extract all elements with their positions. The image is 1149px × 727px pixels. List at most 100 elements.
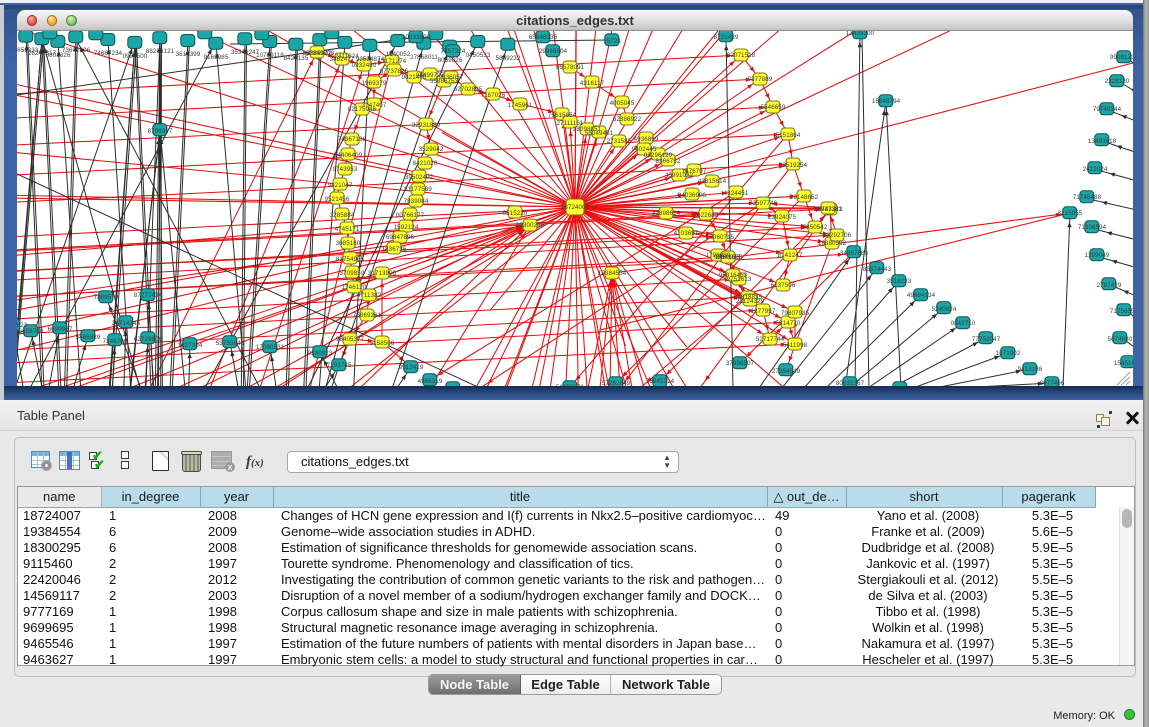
svg-text:1476797: 1476797 xyxy=(682,168,707,175)
svg-text:3529042: 3529042 xyxy=(419,146,444,153)
svg-text:32931839: 32931839 xyxy=(412,122,441,129)
svg-text:9636057: 9636057 xyxy=(439,74,464,81)
svg-text:3685160: 3685160 xyxy=(336,240,361,247)
svg-text:77752047: 77752047 xyxy=(972,336,1001,343)
svg-text:1746120: 1746120 xyxy=(342,284,367,291)
svg-text:4936899: 4936899 xyxy=(634,136,659,143)
svg-text:4103697: 4103697 xyxy=(674,230,699,237)
svg-text:5546659: 5546659 xyxy=(761,104,786,111)
svg-text:10799118: 10799118 xyxy=(256,52,284,59)
svg-text:6690967: 6690967 xyxy=(48,326,73,333)
svg-text:2787429: 2787429 xyxy=(1097,282,1122,289)
svg-text:18880592: 18880592 xyxy=(818,240,847,247)
svg-text:22292706: 22292706 xyxy=(823,232,852,239)
svg-text:0980500: 0980500 xyxy=(123,53,148,60)
svg-text:8677496: 8677496 xyxy=(1040,380,1065,386)
svg-text:0377889: 0377889 xyxy=(748,76,773,83)
svg-text:39502402: 39502402 xyxy=(405,174,434,181)
svg-text:1277997: 1277997 xyxy=(751,308,776,315)
svg-text:1969379: 1969379 xyxy=(362,80,387,87)
svg-text:9413186: 9413186 xyxy=(1018,366,1043,373)
svg-text:62729806: 62729806 xyxy=(134,336,163,343)
svg-text:1745961: 1745961 xyxy=(508,102,533,109)
svg-text:34714345: 34714345 xyxy=(112,320,141,327)
svg-text:73597746: 73597746 xyxy=(749,200,778,207)
svg-text:99091334: 99091334 xyxy=(1110,54,1133,61)
svg-text:13171274: 13171274 xyxy=(378,58,407,65)
svg-text:79807935: 79807935 xyxy=(781,310,810,317)
svg-text:18300295: 18300295 xyxy=(516,222,545,229)
svg-text:3709859: 3709859 xyxy=(340,270,365,277)
svg-text:37947383: 37947383 xyxy=(814,206,843,213)
svg-text:9521456: 9521456 xyxy=(325,196,350,203)
svg-text:0450533: 0450533 xyxy=(466,52,491,59)
svg-text:79740344: 79740344 xyxy=(1093,106,1122,113)
svg-text:23924075: 23924075 xyxy=(768,214,797,221)
svg-text:74687234: 74687234 xyxy=(94,50,123,57)
svg-text:4966319: 4966319 xyxy=(418,378,443,385)
svg-text:3518233: 3518233 xyxy=(887,278,912,285)
svg-text:0515220: 0515220 xyxy=(503,210,528,217)
svg-text:4316117: 4316117 xyxy=(580,80,605,87)
svg-text:71746488: 71746488 xyxy=(1073,194,1102,201)
svg-text:5240824: 5240824 xyxy=(932,306,957,313)
svg-text:9169985: 9169985 xyxy=(204,54,229,61)
svg-text:3285884: 3285884 xyxy=(330,212,355,219)
svg-text:2421024: 2421024 xyxy=(1083,166,1108,173)
svg-text:92519254: 92519254 xyxy=(779,162,808,169)
svg-text:32898614: 32898614 xyxy=(652,210,681,217)
svg-text:57262849: 57262849 xyxy=(602,380,631,386)
svg-text:7187026: 7187026 xyxy=(481,92,506,99)
svg-text:1671902: 1671902 xyxy=(996,350,1021,357)
svg-text:53755646: 53755646 xyxy=(216,340,245,347)
svg-text:82071518: 82071518 xyxy=(727,52,756,59)
svg-text:29148652: 29148652 xyxy=(790,194,819,201)
svg-text:8059826: 8059826 xyxy=(438,57,463,64)
svg-text:4745171: 4745171 xyxy=(335,226,360,233)
svg-text:17080531: 17080531 xyxy=(256,344,285,351)
svg-text:5411998: 5411998 xyxy=(783,342,808,349)
svg-text:81754965: 81754965 xyxy=(336,256,365,263)
svg-text:43815614: 43815614 xyxy=(698,178,727,185)
svg-text:23124329: 23124329 xyxy=(736,298,765,305)
svg-text:49894134: 49894134 xyxy=(907,292,936,299)
svg-text:82175946: 82175946 xyxy=(348,106,377,113)
svg-text:4711382: 4711382 xyxy=(357,292,382,299)
svg-text:5814770: 5814770 xyxy=(776,320,801,327)
svg-text:51850671: 51850671 xyxy=(556,384,585,386)
svg-text:4005045: 4005045 xyxy=(610,100,635,107)
svg-text:9421047: 9421047 xyxy=(328,182,353,189)
svg-text:80831367: 80831367 xyxy=(836,380,865,386)
svg-text:76615654: 76615654 xyxy=(548,112,577,119)
svg-text:7889579: 7889579 xyxy=(94,294,119,301)
svg-text:4324451: 4324451 xyxy=(724,190,749,197)
svg-text:71756551: 71756551 xyxy=(1110,308,1133,315)
svg-text:73602606: 73602606 xyxy=(62,47,91,54)
svg-text:37996507: 37996507 xyxy=(726,360,755,367)
svg-text:62702895: 62702895 xyxy=(454,86,483,93)
svg-text:75869261: 75869261 xyxy=(353,312,382,319)
svg-text:8366752: 8366752 xyxy=(656,158,681,165)
svg-text:3619399: 3619399 xyxy=(176,51,201,58)
svg-text:15723: 15723 xyxy=(603,38,621,45)
svg-text:15451680: 15451680 xyxy=(1114,360,1133,367)
svg-text:6137506: 6137506 xyxy=(771,282,796,289)
svg-text:81177589: 81177589 xyxy=(404,186,432,193)
svg-text:94406409: 94406409 xyxy=(334,152,363,159)
svg-text:96816453: 96816453 xyxy=(719,272,748,279)
svg-text:8141247: 8141247 xyxy=(778,252,803,259)
svg-text:8721489: 8721489 xyxy=(714,34,739,41)
svg-text:19384554: 19384554 xyxy=(598,270,627,277)
svg-text:2731585: 2731585 xyxy=(607,138,632,145)
svg-text:1836736: 1836736 xyxy=(382,246,407,253)
svg-text:56049451: 56049451 xyxy=(585,130,614,137)
svg-text:96405377: 96405377 xyxy=(336,336,365,343)
svg-text:88208121: 88208121 xyxy=(146,48,175,55)
svg-text:27868011: 27868011 xyxy=(410,54,438,61)
svg-text:1592124: 1592124 xyxy=(394,224,419,231)
svg-text:86578091: 86578091 xyxy=(556,64,585,71)
svg-text:34957885: 34957885 xyxy=(840,250,869,257)
svg-text:60385977: 60385977 xyxy=(303,50,332,57)
svg-text:0932480: 0932480 xyxy=(352,62,377,69)
svg-text:6658760: 6658760 xyxy=(19,328,44,335)
